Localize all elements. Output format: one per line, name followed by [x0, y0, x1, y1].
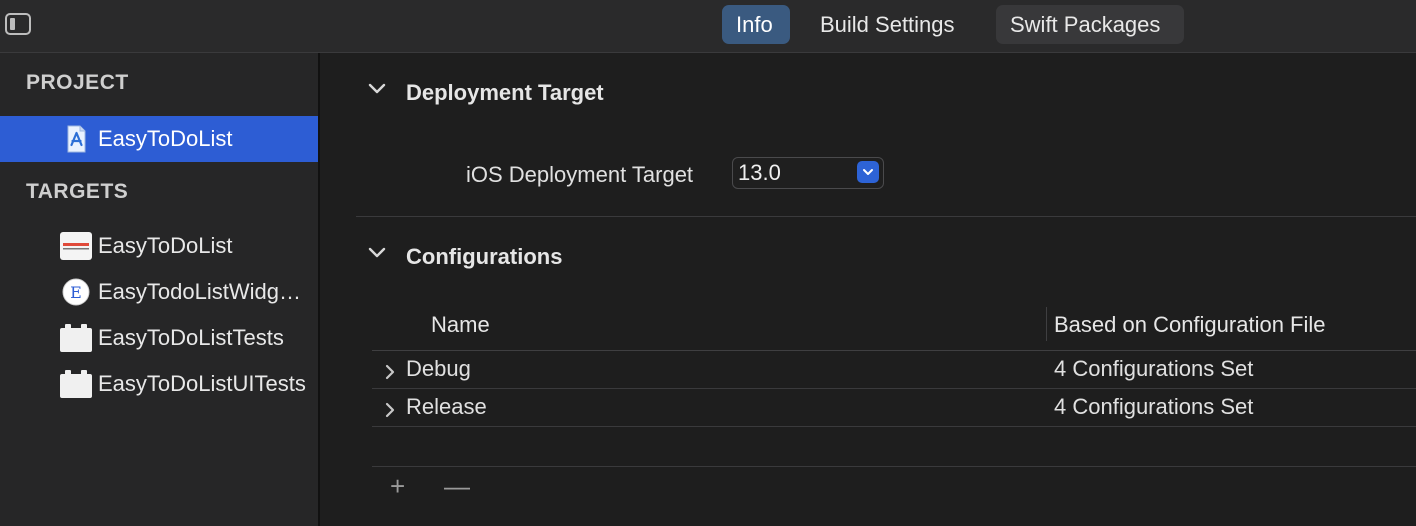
targets-section-header: TARGETS — [26, 180, 129, 203]
config-based-on: 4 Configurations Set — [1054, 356, 1254, 381]
sidebar-item-label: EasyToDoListUITests — [98, 371, 306, 396]
chevron-right-icon[interactable] — [384, 399, 396, 425]
table-footer-separator — [372, 466, 1416, 467]
ios-deployment-target-label: iOS Deployment Target — [466, 162, 694, 187]
add-configuration-button[interactable]: + — [390, 473, 405, 499]
sidebar-item-label: EasyToDoList — [98, 233, 233, 258]
section-separator — [356, 216, 1416, 217]
project-file-icon — [67, 125, 86, 153]
config-based-on: 4 Configurations Set — [1054, 394, 1254, 419]
collapse-configurations-chevron-icon[interactable] — [368, 243, 386, 266]
sidebar-item-target-app[interactable]: EasyToDoList — [0, 223, 318, 269]
project-target-sidebar: PROJECT EasyToDoList TARGETS EasyToDoLis… — [0, 53, 318, 526]
sidebar-item-target-uitests[interactable]: EasyToDoListUITests — [0, 361, 318, 407]
project-info-editor: Deployment Target iOS Deployment Target … — [320, 53, 1416, 526]
deployment-target-title: Deployment Target — [406, 80, 604, 105]
collapse-deployment-chevron-icon[interactable] — [368, 79, 386, 102]
row-separator — [372, 426, 1416, 427]
uitest-bundle-icon — [60, 370, 92, 398]
sidebar-item-label: EasyTodoListWidgetExtension — [98, 279, 308, 304]
sidebar-item-project[interactable]: EasyToDoList — [0, 116, 318, 162]
tab-info[interactable]: Info — [722, 5, 790, 44]
sidebar-item-label: EasyToDoList — [98, 126, 233, 151]
editor-tab-bar: Info Build Settings Swift Packages — [0, 0, 1416, 53]
project-section-header: PROJECT — [26, 71, 129, 94]
configurations-title: Configurations — [406, 244, 563, 269]
config-name: Release — [406, 394, 487, 419]
chevron-down-icon — [857, 161, 879, 183]
sidebar-toggle-icon[interactable] — [5, 13, 31, 35]
sidebar-item-target-tests[interactable]: EasyToDoListTests — [0, 315, 318, 361]
table-header-separator — [372, 350, 1416, 351]
config-name: Debug — [406, 356, 471, 381]
row-separator — [372, 388, 1416, 389]
column-header-name[interactable]: Name — [431, 312, 490, 338]
sidebar-item-target-widget[interactable]: E EasyTodoListWidgetExtension — [0, 269, 318, 315]
chevron-right-icon[interactable] — [384, 361, 396, 387]
widget-extension-icon: E — [62, 278, 90, 306]
column-divider[interactable] — [1046, 307, 1047, 341]
column-header-based-on[interactable]: Based on Configuration File — [1054, 312, 1326, 338]
tab-build-settings[interactable]: Build Settings — [806, 5, 969, 44]
remove-configuration-button[interactable]: — — [444, 473, 470, 499]
sidebar-item-label: EasyToDoListTests — [98, 325, 284, 350]
ios-deployment-target-value: 13.0 — [738, 160, 781, 185]
test-bundle-icon — [60, 324, 92, 352]
app-target-icon — [60, 232, 92, 260]
ios-deployment-target-popup[interactable]: 13.0 — [732, 157, 884, 189]
svg-text:E: E — [70, 283, 82, 302]
tab-swift-packages[interactable]: Swift Packages — [996, 5, 1184, 44]
